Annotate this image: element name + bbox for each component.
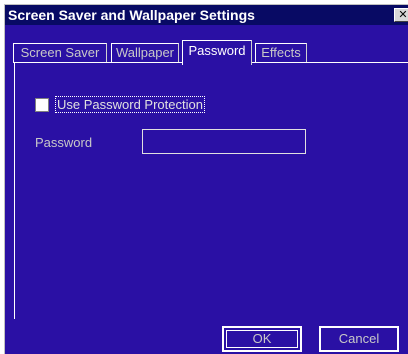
tab-screen-saver[interactable]: Screen Saver: [13, 43, 107, 63]
ok-label: OK: [252, 331, 272, 346]
tab-password-label: Password: [188, 43, 246, 58]
close-icon: ✕: [398, 8, 408, 21]
window-title: Screen Saver and Wallpaper Settings: [8, 7, 255, 23]
password-label: Password: [35, 135, 93, 150]
title-bar[interactable]: Screen Saver and Wallpaper Settings ✕: [5, 5, 408, 25]
use-password-checkbox[interactable]: [35, 98, 49, 112]
tab-screen-saver-label: Screen Saver: [20, 45, 100, 60]
password-field[interactable]: [142, 129, 306, 154]
tab-effects[interactable]: Effects: [255, 43, 307, 63]
settings-window: Screen Saver and Wallpaper Settings ✕ Sc…: [4, 4, 408, 354]
tab-password[interactable]: Password: [182, 40, 252, 65]
ok-button[interactable]: OK: [222, 326, 302, 352]
cancel-button[interactable]: Cancel: [319, 326, 399, 352]
cancel-label: Cancel: [338, 331, 380, 346]
use-password-label[interactable]: Use Password Protection: [55, 96, 205, 113]
tab-wallpaper-label: Wallpaper: [115, 45, 175, 60]
tab-wallpaper[interactable]: Wallpaper: [111, 43, 179, 63]
tab-effects-label: Effects: [261, 45, 301, 60]
close-button[interactable]: ✕: [394, 8, 408, 22]
